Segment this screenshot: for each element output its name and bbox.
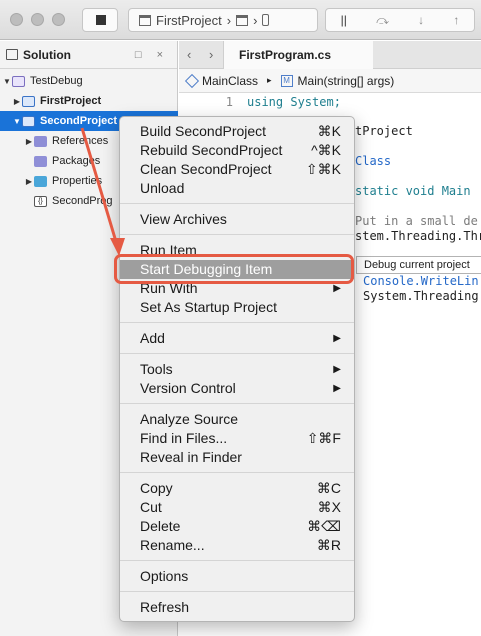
annotation-arrow: [80, 127, 125, 256]
annotation-highlight-box: [114, 254, 354, 284]
annotation-arrow-line: [80, 127, 119, 246]
